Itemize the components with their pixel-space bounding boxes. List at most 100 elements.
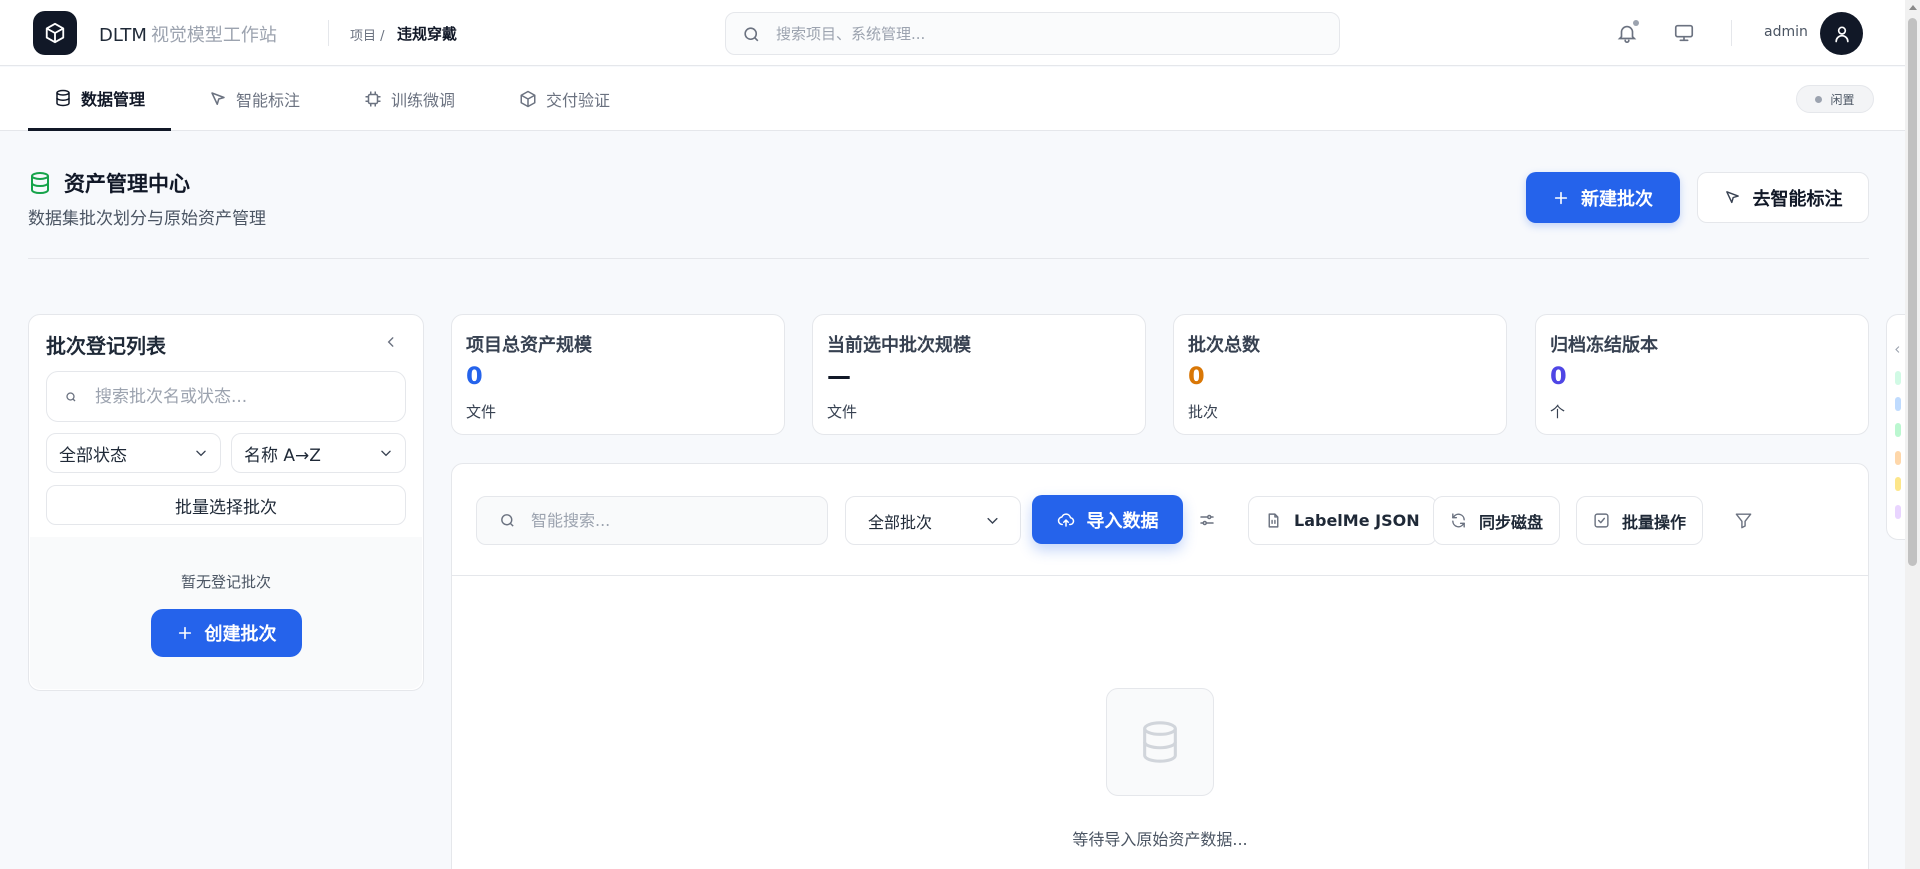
tab-training[interactable]: 训练微调 [338, 67, 481, 131]
user-name[interactable]: admin [1764, 24, 1808, 40]
stat-unit: 文件 [827, 403, 858, 421]
stat-label: 当前选中批次规模 [827, 335, 971, 356]
smart-search [476, 496, 828, 545]
status-badge: 闲置 [1796, 85, 1874, 113]
box-icon [519, 90, 537, 108]
create-batch-label: 创建批次 [204, 624, 277, 645]
batch-list-empty-text: 暂无登记批次 [180, 573, 271, 591]
tab-label: 数据管理 [81, 89, 146, 109]
chevron-down-icon [379, 446, 393, 460]
legend-marker [1895, 505, 1901, 519]
empty-state-icon [1106, 688, 1214, 796]
app-logo[interactable] [33, 11, 77, 55]
tab-delivery[interactable]: 交付验证 [493, 67, 636, 131]
tab-smart-annotation[interactable]: 智能标注 [183, 67, 326, 131]
app-name: DLTM [99, 25, 147, 46]
global-search-input[interactable] [776, 13, 1316, 54]
status-label: 闲置 [1830, 92, 1855, 107]
sort-value: 名称 A→Z [244, 445, 321, 466]
top-bar: DLTM视觉模型工作站 项目 / 违规穿戴 admin [0, 0, 1905, 66]
new-batch-button[interactable]: 新建批次 [1526, 172, 1680, 223]
plus-icon [177, 625, 193, 641]
empty-state-text: 等待导入原始资产数据... [1072, 830, 1248, 849]
divider [452, 575, 1868, 576]
breadcrumb-prefix[interactable]: 项目 / [350, 25, 385, 44]
file-json-icon [1265, 512, 1282, 529]
monitor-icon [1673, 22, 1695, 44]
chevron-down-icon [194, 446, 208, 460]
stat-card-batch-count: 批次总数 0 批次 [1173, 314, 1507, 435]
stat-value: 0 [466, 362, 483, 390]
page-title: 资产管理中心 [64, 172, 190, 196]
legend-marker [1895, 477, 1901, 491]
scrollbar-thumb[interactable] [1908, 18, 1917, 566]
app-title: DLTM 视觉模型工作站 [99, 21, 277, 47]
stat-unit: 批次 [1188, 403, 1219, 421]
batch-search-input[interactable] [95, 372, 395, 421]
batch-list-panel: 批次登记列表 全部状态 名称 A→Z 批量选择批次 暂无登记批次 创建批次 [28, 314, 424, 691]
page-subtitle: 数据集批次划分与原始资产管理 [28, 209, 266, 229]
labelme-json-label: LabelMe JSON [1294, 511, 1420, 530]
sync-disk-button[interactable]: 同步磁盘 [1433, 496, 1561, 545]
cloud-upload-icon [1057, 511, 1075, 529]
tab-data-management[interactable]: 数据管理 [28, 67, 172, 131]
tab-label: 训练微调 [391, 91, 456, 110]
scroll-up-arrow[interactable] [1909, 5, 1917, 10]
batch-search [46, 371, 406, 422]
global-search [725, 12, 1340, 55]
stat-card-archived-versions: 归档冻结版本 0 个 [1535, 314, 1869, 435]
create-batch-button[interactable]: 创建批次 [151, 609, 302, 657]
status-dot [1815, 95, 1823, 103]
stat-card-total-assets: 项目总资产规模 0 文件 [451, 314, 785, 435]
legend-marker [1895, 423, 1901, 437]
database-icon [54, 89, 72, 107]
batch-list-title: 批次登记列表 [46, 334, 166, 358]
stat-label: 项目总资产规模 [466, 335, 592, 356]
import-data-button[interactable]: 导入数据 [1032, 495, 1183, 544]
status-filter-select[interactable]: 全部状态 [46, 433, 221, 473]
sync-disk-label: 同步磁盘 [1479, 512, 1544, 532]
bulk-select-batches-button[interactable]: 批量选择批次 [46, 485, 406, 525]
app-subtitle: 视觉模型工作站 [150, 25, 277, 46]
page-header: 资产管理中心 [28, 168, 190, 198]
smart-search-input[interactable] [531, 497, 811, 544]
avatar[interactable] [1820, 12, 1863, 55]
sliders-icon [1198, 511, 1216, 529]
monitor-button[interactable] [1670, 19, 1698, 47]
collapse-panel-button[interactable] [384, 335, 398, 349]
collapsed-side-panel[interactable] [1886, 314, 1905, 540]
database-icon [28, 171, 52, 195]
search-icon [65, 391, 77, 403]
bulk-operations-button[interactable]: 批量操作 [1576, 496, 1704, 545]
status-filter-value: 全部状态 [59, 445, 127, 466]
cursor-icon [1724, 189, 1741, 206]
filter-button[interactable] [1730, 507, 1756, 533]
page-scrollbar[interactable] [1905, 0, 1920, 869]
plus-icon [1553, 190, 1569, 206]
labelme-json-button[interactable]: LabelMe JSON [1248, 496, 1437, 545]
legend-marker [1895, 371, 1901, 385]
tab-label: 交付验证 [546, 91, 611, 110]
search-icon [742, 25, 761, 44]
cube-icon [44, 22, 66, 44]
stat-card-selected-batch: 当前选中批次规模 — 文件 [812, 314, 1146, 435]
cursor-icon [209, 90, 227, 108]
chevron-left-icon [384, 335, 398, 349]
stat-value: 0 [1188, 362, 1205, 390]
stat-label: 归档冻结版本 [1550, 335, 1658, 356]
stat-value: 0 [1550, 362, 1567, 390]
batch-filter-select[interactable]: 全部批次 [845, 496, 1021, 545]
sort-select[interactable]: 名称 A→Z [231, 433, 406, 473]
bulk-operations-label: 批量操作 [1622, 512, 1687, 532]
new-batch-label: 新建批次 [1581, 188, 1653, 210]
go-annotate-button[interactable]: 去智能标注 [1697, 172, 1869, 223]
adjust-settings-button[interactable] [1194, 507, 1220, 533]
breadcrumb-current: 违规穿戴 [397, 25, 458, 43]
chip-icon [364, 90, 382, 108]
asset-panel: 全部批次 导入数据 LabelMe JSON 同步磁盘 批量操作 [451, 463, 1869, 869]
refresh-icon [1450, 512, 1467, 529]
notifications-button[interactable] [1613, 19, 1641, 47]
divider [1731, 20, 1732, 46]
tab-label: 智能标注 [236, 91, 301, 110]
stat-unit: 个 [1550, 403, 1566, 421]
